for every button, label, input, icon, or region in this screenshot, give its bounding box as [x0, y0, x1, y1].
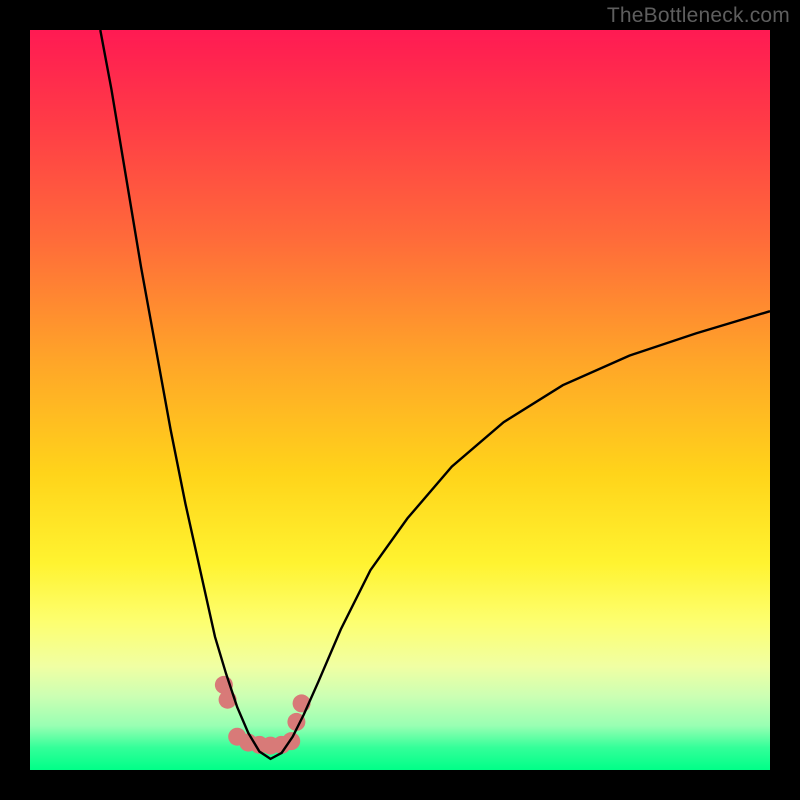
bottleneck-curve	[100, 30, 770, 759]
watermark-text: TheBottleneck.com	[607, 4, 790, 28]
chart-svg	[30, 30, 770, 770]
chart-plot-area	[30, 30, 770, 770]
dots-group	[215, 676, 311, 755]
chart-frame: TheBottleneck.com	[0, 0, 800, 800]
